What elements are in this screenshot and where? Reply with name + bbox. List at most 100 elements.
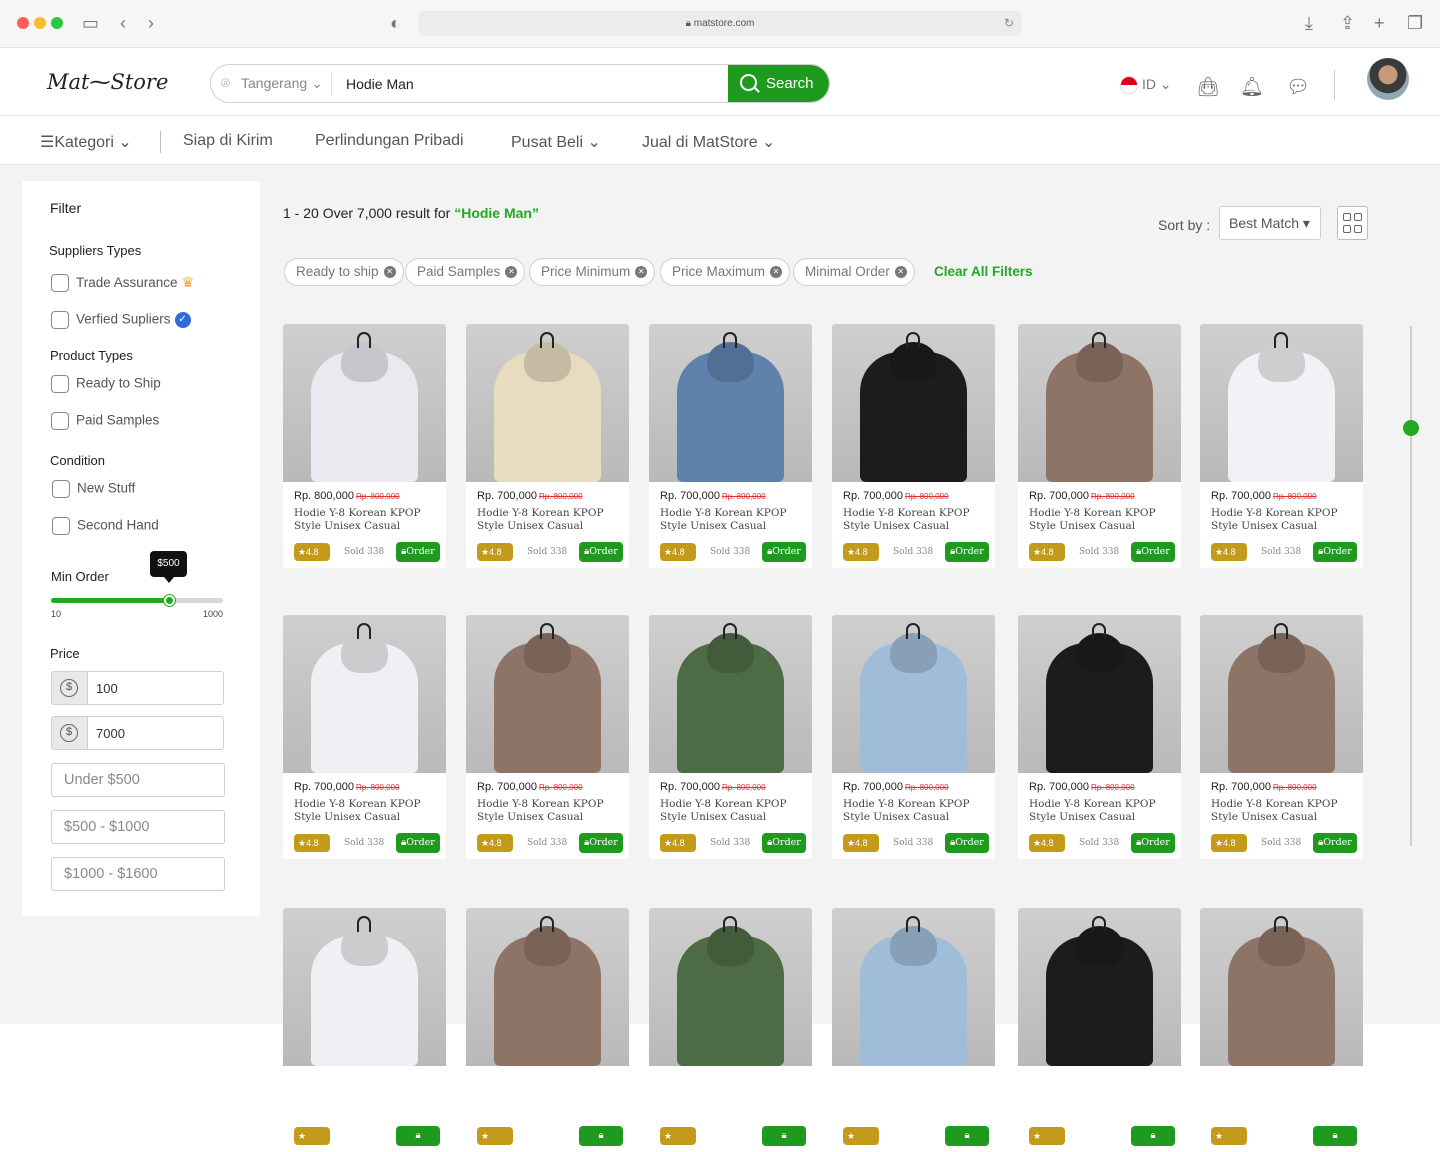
product-card[interactable]: Rp. 800,000 Rp. 800,000 Hodie Y-8 Korean K… (283, 324, 446, 568)
product-image[interactable] (1200, 324, 1363, 482)
remove-chip-icon[interactable]: ✕ (383, 266, 396, 278)
order-button[interactable]: 🔒︎ (1313, 1126, 1357, 1146)
product-card[interactable]: ★ 🔒︎ (649, 908, 812, 1152)
product-image[interactable] (283, 615, 446, 773)
grid-view-button[interactable] (1337, 206, 1368, 240)
chat-icon[interactable]: 💬︎ (1286, 75, 1310, 99)
nav-kategori[interactable]: ☰Kategori ⌄ (40, 132, 132, 152)
product-card[interactable]: Rp. 700,000 Rp. 800,000 Hodie Y-8 Korean K… (283, 615, 446, 859)
remove-chip-icon[interactable]: ✕ (894, 266, 907, 278)
price-max-input[interactable] (96, 717, 216, 749)
product-image[interactable] (1200, 908, 1363, 1066)
product-name[interactable]: Hodie Y-8 Korean KPOP Style Unisex Casua… (294, 507, 439, 533)
shopping-bag-icon[interactable]: 👜︎ (1196, 75, 1220, 99)
product-image[interactable] (1018, 324, 1181, 482)
sort-dropdown[interactable]: Best Match ▾ (1219, 206, 1321, 240)
order-button[interactable]: 🔒︎ (945, 1126, 989, 1146)
paid-samples-checkbox[interactable]: Paid Samples (51, 412, 159, 430)
order-button[interactable]: 🔒︎Order (1131, 542, 1175, 562)
page-scrollbar[interactable] (1403, 326, 1419, 846)
back-icon[interactable]: ‹ (120, 13, 126, 33)
product-image[interactable] (466, 324, 629, 482)
product-image[interactable] (649, 908, 812, 1066)
chip-ready-to-ship[interactable]: Ready to ship ✕ (284, 258, 404, 286)
remove-chip-icon[interactable]: ✕ (635, 266, 648, 278)
product-card[interactable]: Rp. 700,000 Rp. 800,000 Hodie Y-8 Korean K… (466, 615, 629, 859)
tab-overview-icon[interactable]: ❐ (1407, 13, 1423, 33)
price-range-500-1000[interactable]: $500 - $1000 (51, 810, 225, 844)
order-button[interactable]: 🔒︎Order (1313, 833, 1357, 853)
order-button[interactable]: 🔒︎Order (945, 542, 989, 562)
download-icon[interactable]: ⤓ (1305, 13, 1313, 33)
min-order-slider[interactable] (51, 595, 223, 606)
product-card[interactable]: ★ 🔒︎ (832, 908, 995, 1152)
product-card[interactable]: ★ 🔒︎ (1200, 908, 1363, 1152)
order-button[interactable]: 🔒︎Order (396, 542, 440, 562)
product-card[interactable]: ★ 🔒︎ (1018, 908, 1181, 1152)
price-min-input[interactable] (96, 672, 216, 704)
language-selector[interactable]: ID ⌄ (1120, 76, 1172, 95)
product-card[interactable]: Rp. 700,000 Rp. 800,000 Hodie Y-8 Korean K… (466, 324, 629, 568)
remove-chip-icon[interactable]: ✕ (505, 266, 518, 278)
product-image[interactable] (649, 615, 812, 773)
product-card[interactable]: Rp. 700,000 Rp. 800,000 Hodie Y-8 Korean K… (1018, 615, 1181, 859)
chip-price-minimum[interactable]: Price Minimum ✕ (529, 258, 656, 286)
order-button[interactable]: 🔒︎Order (762, 833, 806, 853)
forward-icon[interactable]: › (148, 13, 154, 33)
privacy-shield-icon[interactable]: ◐ (390, 13, 401, 33)
second-hand-checkbox[interactable]: Second Hand (52, 517, 159, 535)
product-image[interactable] (466, 615, 629, 773)
search-button[interactable]: Search (728, 65, 829, 102)
notification-bell-icon[interactable]: 🔔︎ (1240, 75, 1264, 99)
ready-to-ship-checkbox[interactable]: Ready to Ship (51, 375, 161, 393)
product-name[interactable]: Hodie Y-8 Korean KPOP Style Unisex Casua… (1211, 507, 1356, 533)
product-image[interactable] (283, 908, 446, 1066)
price-range-under-500[interactable]: Under $500 (51, 763, 225, 797)
nav-siap-di-kirim[interactable]: Siap di Kirim (183, 132, 273, 150)
product-card[interactable]: Rp. 700,000 Rp. 800,000 Hodie Y-8 Korean K… (832, 615, 995, 859)
product-image[interactable] (1018, 908, 1181, 1066)
order-button[interactable]: 🔒︎Order (1313, 542, 1357, 562)
product-card[interactable]: ★ 🔒︎ (466, 908, 629, 1152)
product-name[interactable]: Hodie Y-8 Korean KPOP Style Unisex Casua… (843, 798, 988, 824)
product-image[interactable] (1200, 615, 1363, 773)
product-image[interactable] (466, 908, 629, 1066)
product-name[interactable]: Hodie Y-8 Korean KPOP Style Unisex Casua… (477, 798, 622, 824)
product-name[interactable]: Hodie Y-8 Korean KPOP Style Unisex Casua… (843, 507, 988, 533)
product-image[interactable] (832, 908, 995, 1066)
nav-pusat-beli[interactable]: Pusat Beli ⌄ (511, 132, 601, 152)
order-button[interactable]: 🔒︎Order (579, 542, 623, 562)
order-button[interactable]: 🔒︎ (762, 1126, 806, 1146)
scrollbar-thumb[interactable] (1403, 419, 1419, 436)
order-button[interactable]: 🔒︎ (396, 1126, 440, 1146)
product-card[interactable]: Rp. 700,000 Rp. 800,000 Hodie Y-8 Korean K… (649, 324, 812, 568)
product-card[interactable]: Rp. 700,000 Rp. 800,000 Hodie Y-8 Korean K… (1018, 324, 1181, 568)
product-card[interactable]: Rp. 700,000 Rp. 800,000 Hodie Y-8 Korean K… (1200, 324, 1363, 568)
nav-jual-di-matstore[interactable]: Jual di MatStore ⌄ (642, 132, 775, 152)
product-card[interactable]: Rp. 700,000 Rp. 800,000 Hodie Y-8 Korean K… (832, 324, 995, 568)
share-icon[interactable]: ⇪ (1340, 13, 1355, 33)
verified-suppliers-checkbox[interactable]: Verfied Supliers ✓ (51, 311, 191, 329)
remove-chip-icon[interactable]: ✕ (770, 266, 783, 278)
new-stuff-checkbox[interactable]: New Stuff (52, 480, 135, 498)
order-button[interactable]: 🔒︎Order (945, 833, 989, 853)
trade-assurance-checkbox[interactable]: Trade Assurance ♛ (51, 274, 194, 293)
slider-thumb[interactable] (163, 595, 175, 606)
order-button[interactable]: 🔒︎Order (396, 833, 440, 853)
order-button[interactable]: 🔒︎ (1131, 1126, 1175, 1146)
reload-icon[interactable]: ↻ (1004, 11, 1014, 36)
product-name[interactable]: Hodie Y-8 Korean KPOP Style Unisex Casua… (660, 798, 805, 824)
chip-minimal-order[interactable]: Minimal Order ✕ (793, 258, 915, 286)
address-bar[interactable]: 🔒︎ matstore.com ↻ (418, 11, 1022, 36)
order-button[interactable]: 🔒︎ (579, 1126, 623, 1146)
product-image[interactable] (1018, 615, 1181, 773)
new-tab-icon[interactable]: + (1374, 13, 1385, 33)
product-name[interactable]: Hodie Y-8 Korean KPOP Style Unisex Casua… (1211, 798, 1356, 824)
product-image[interactable] (832, 324, 995, 482)
product-name[interactable]: Hodie Y-8 Korean KPOP Style Unisex Casua… (1029, 507, 1174, 533)
location-selector[interactable]: ⌾ Tangerang ⌄ (221, 65, 323, 102)
close-window-button[interactable] (17, 17, 29, 29)
product-card[interactable]: Rp. 700,000 Rp. 800,000 Hodie Y-8 Korean K… (1200, 615, 1363, 859)
clear-all-filters-link[interactable]: Clear All Filters (934, 264, 1033, 279)
product-card[interactable]: ★ 🔒︎ (283, 908, 446, 1152)
